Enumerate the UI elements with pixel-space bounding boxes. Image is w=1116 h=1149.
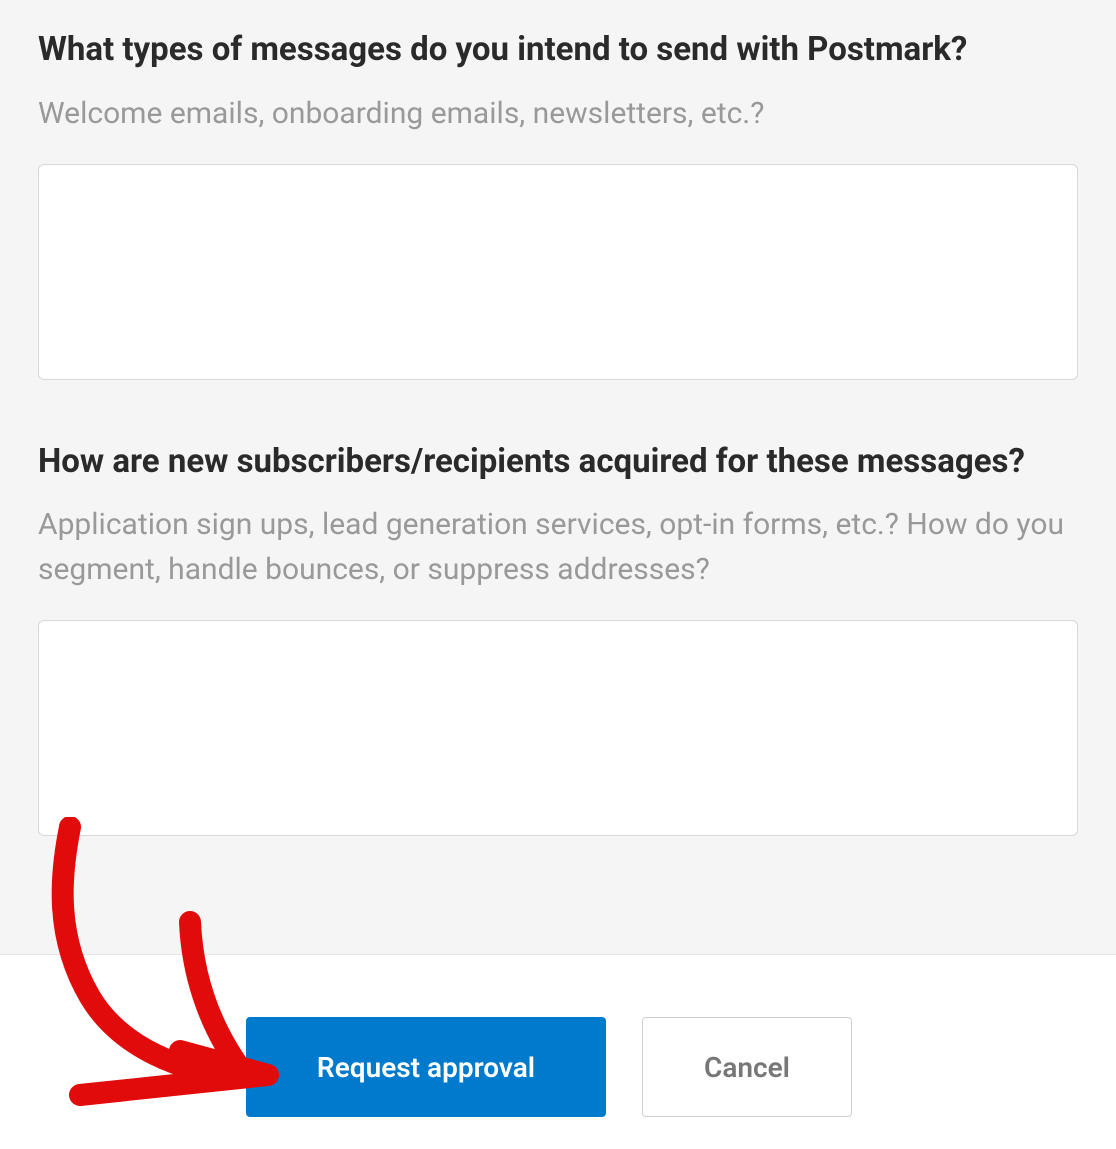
question-label: What types of messages do you intend to …: [38, 28, 1078, 73]
form-area: What types of messages do you intend to …: [0, 0, 1116, 946]
request-approval-button[interactable]: Request approval: [246, 1017, 606, 1117]
message-types-input[interactable]: [38, 164, 1078, 380]
question-message-types: What types of messages do you intend to …: [38, 28, 1078, 384]
question-subscriber-acquisition: How are new subscribers/recipients acqui…: [38, 440, 1078, 841]
subscriber-acquisition-input[interactable]: [38, 620, 1078, 836]
cancel-button[interactable]: Cancel: [642, 1017, 852, 1117]
question-hint: Application sign ups, lead generation se…: [38, 502, 1078, 592]
footer-bar: Request approval Cancel: [0, 954, 1116, 1149]
question-label: How are new subscribers/recipients acqui…: [38, 440, 1078, 485]
question-hint: Welcome emails, onboarding emails, newsl…: [38, 91, 1078, 136]
